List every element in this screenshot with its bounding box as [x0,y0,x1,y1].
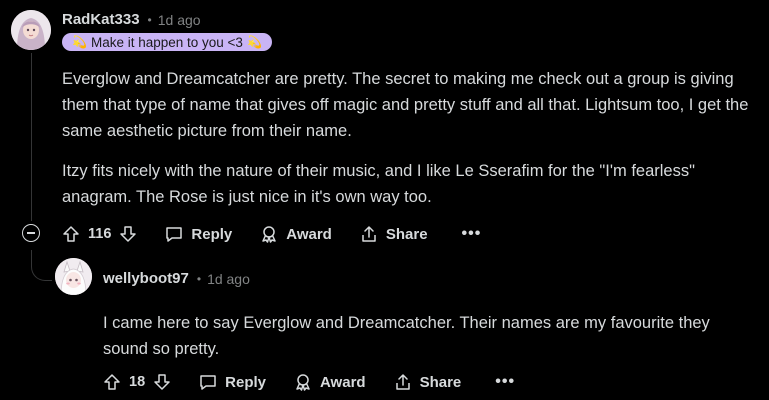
comment-action-bar: 116 Reply Award Share ••• [62,222,481,246]
comment-body: Everglow and Dreamcatcher are pretty. Th… [62,66,752,210]
award-label: Award [286,225,332,243]
timestamp[interactable]: 1d ago [207,271,250,287]
downvote-icon[interactable] [153,373,171,391]
more-options-button[interactable]: ••• [495,373,515,391]
reply-label: Reply [225,373,266,391]
comment-action-bar: 18 Reply Award Share ••• [103,370,515,394]
dizzy-icon: 💫 [72,35,87,49]
comment-paragraph: Everglow and Dreamcatcher are pretty. Th… [62,70,749,140]
flair-text: Make it happen to you <3 [90,34,243,50]
share-icon [394,373,412,391]
comment-icon [199,373,217,391]
username[interactable]: RadKat333 [62,11,140,28]
meta-separator: • [196,271,202,286]
share-icon [360,225,378,243]
comment-paragraph: Itzy fits nicely with the nature of thei… [62,162,695,206]
avatar[interactable] [11,10,51,50]
share-label: Share [385,225,428,243]
vote-count: 18 [129,374,146,390]
minus-icon [27,232,35,234]
award-button[interactable]: Award [260,225,332,243]
upvote-icon[interactable] [62,225,80,243]
avatar[interactable] [55,258,92,295]
share-button[interactable]: Share [394,373,462,391]
user-flair: 💫 Make it happen to you <3 💫 [62,33,272,51]
award-icon [260,225,278,243]
more-options-button[interactable]: ••• [462,225,482,243]
comment-icon [165,225,183,243]
share-label: Share [419,373,462,391]
collapse-thread-button[interactable] [22,224,40,242]
meta-separator: • [147,12,152,27]
username[interactable]: wellyboot97 [103,270,189,287]
comment-body: I came here to say Everglow and Dreamcat… [103,310,753,362]
comment-paragraph: I came here to say Everglow and Dreamcat… [103,314,710,358]
vote-count: 116 [88,226,112,242]
thread-line[interactable] [31,53,32,221]
comment-thread: RadKat333 • 1d ago 💫 Make it happen to y… [0,0,769,400]
comment-meta: RadKat333 • 1d ago [62,11,201,28]
timestamp[interactable]: 1d ago [158,12,201,28]
comment-meta: wellyboot97 • 1d ago [103,270,250,287]
reply-button[interactable]: Reply [165,225,232,243]
award-button[interactable]: Award [294,373,366,391]
award-label: Award [320,373,366,391]
downvote-icon[interactable] [119,225,137,243]
award-icon [294,373,312,391]
reply-label: Reply [191,225,233,243]
share-button[interactable]: Share [360,225,428,243]
upvote-icon[interactable] [103,373,121,391]
dizzy-icon: 💫 [246,35,262,49]
reply-connector [31,250,52,281]
reply-button[interactable]: Reply [199,373,266,391]
